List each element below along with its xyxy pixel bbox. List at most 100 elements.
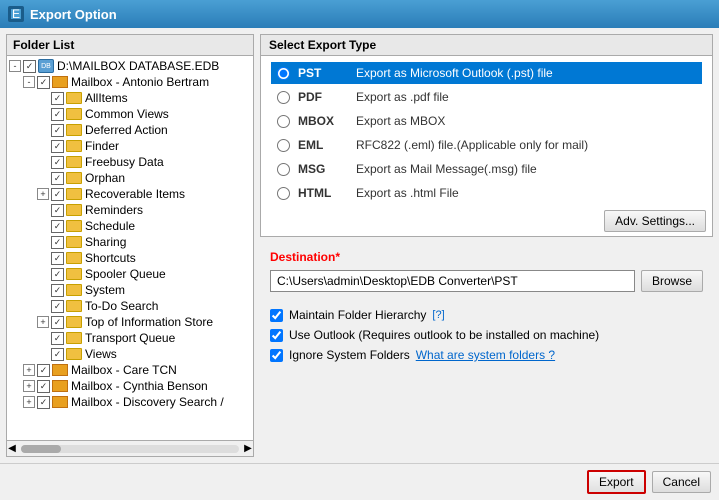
tree-item-sharing[interactable]: Sharing	[9, 234, 251, 250]
checkbox-db[interactable]	[23, 60, 36, 73]
checkbox-system[interactable]	[51, 284, 64, 297]
expand-btn-cynthia[interactable]: +	[23, 380, 35, 392]
tree-item-schedule[interactable]: Schedule	[9, 218, 251, 234]
export-option-mbox[interactable]: MBOX Export as MBOX	[271, 110, 702, 132]
export-button[interactable]: Export	[587, 470, 646, 494]
tree-item-cynthia[interactable]: + Mailbox - Cynthia Benson	[9, 378, 251, 394]
export-type-label-pdf: PDF	[298, 90, 348, 104]
tree-item-reminders[interactable]: Reminders	[9, 202, 251, 218]
tree-item-todo[interactable]: To-Do Search	[9, 298, 251, 314]
tree-item-spooler[interactable]: Spooler Queue	[9, 266, 251, 282]
tree-item-antonio[interactable]: - Mailbox - Antonio Bertram	[9, 74, 251, 90]
checkbox-allitems[interactable]	[51, 92, 64, 105]
cancel-button[interactable]: Cancel	[652, 471, 711, 493]
adv-settings-button[interactable]: Adv. Settings...	[604, 210, 706, 232]
item-label-reminders: Reminders	[85, 203, 143, 217]
tree-item-system[interactable]: System	[9, 282, 251, 298]
tree-item-transport[interactable]: Transport Queue	[9, 330, 251, 346]
folder-tree[interactable]: -DBD:\MAILBOX DATABASE.EDB-Mailbox - Ant…	[7, 56, 253, 440]
checkbox-spooler[interactable]	[51, 268, 64, 281]
item-label-db: D:\MAILBOX DATABASE.EDB	[57, 59, 219, 73]
item-label-cynthia: Mailbox - Cynthia Benson	[71, 379, 208, 393]
checkbox-sharing[interactable]	[51, 236, 64, 249]
tree-item-topinfo[interactable]: +Top of Information Store	[9, 314, 251, 330]
mailbox-icon	[52, 380, 68, 392]
export-type-label-mbox: MBOX	[298, 114, 348, 128]
checkbox-recoverable[interactable]	[51, 188, 64, 201]
tree-item-freebusy[interactable]: Freebusy Data	[9, 154, 251, 170]
radio-pdf[interactable]	[277, 91, 290, 104]
tree-item-recoverable[interactable]: +Recoverable Items	[9, 186, 251, 202]
tree-item-orphan[interactable]: Orphan	[9, 170, 251, 186]
radio-msg[interactable]	[277, 163, 290, 176]
checkbox-cynthia[interactable]	[37, 380, 50, 393]
tree-item-caretcn[interactable]: +Mailbox - Care TCN	[9, 362, 251, 378]
content-area: Folder List -DBD:\MAILBOX DATABASE.EDB-M…	[0, 28, 719, 463]
item-label-shortcuts: Shortcuts	[85, 251, 136, 265]
export-desc-eml: RFC822 (.eml) file.(Applicable only for …	[356, 138, 588, 152]
export-option-pdf[interactable]: PDF Export as .pdf file	[271, 86, 702, 108]
checkbox-reminders[interactable]	[51, 204, 64, 217]
checkbox-orphan[interactable]	[51, 172, 64, 185]
radio-mbox[interactable]	[277, 115, 290, 128]
checkbox-deferred[interactable]	[51, 124, 64, 137]
export-desc-msg: Export as Mail Message(.msg) file	[356, 162, 537, 176]
destination-input[interactable]	[270, 270, 635, 292]
checkbox-finder[interactable]	[51, 140, 64, 153]
expand-btn-recoverable[interactable]: +	[37, 188, 49, 200]
checkbox-caretcn[interactable]	[37, 364, 50, 377]
folder-icon	[66, 316, 82, 328]
checkbox-schedule[interactable]	[51, 220, 64, 233]
expand-btn-topinfo[interactable]: +	[37, 316, 49, 328]
checkbox-ignore[interactable]	[270, 349, 283, 362]
item-label-antonio: Mailbox - Antonio Bertram	[71, 75, 209, 89]
checkbox-todo[interactable]	[51, 300, 64, 313]
item-label-commonviews: Common Views	[85, 107, 169, 121]
help-link-ignore[interactable]: What are system folders ?	[416, 348, 555, 362]
radio-pst[interactable]	[277, 67, 290, 80]
tree-item-shortcuts[interactable]: Shortcuts	[9, 250, 251, 266]
checkbox-transport[interactable]	[51, 332, 64, 345]
item-label-allitems: AllItems	[85, 91, 128, 105]
export-option-pst[interactable]: PST Export as Microsoft Outlook (.pst) f…	[271, 62, 702, 84]
folder-icon	[66, 284, 82, 296]
export-desc-pdf: Export as .pdf file	[356, 90, 449, 104]
radio-eml[interactable]	[277, 139, 290, 152]
tree-item-commonviews[interactable]: Common Views	[9, 106, 251, 122]
export-option-eml[interactable]: EML RFC822 (.eml) file.(Applicable only …	[271, 134, 702, 156]
checkbox-topinfo[interactable]	[51, 316, 64, 329]
checkbox-shortcuts[interactable]	[51, 252, 64, 265]
expand-btn-discovery[interactable]: +	[23, 396, 35, 408]
mailbox-icon	[52, 364, 68, 376]
tree-item-views[interactable]: Views	[9, 346, 251, 362]
tree-item-discovery[interactable]: +Mailbox - Discovery Search /	[9, 394, 251, 410]
app-icon: E	[8, 6, 24, 22]
checkbox-discovery[interactable]	[37, 396, 50, 409]
checkbox-maintain[interactable]	[270, 309, 283, 322]
horizontal-scrollbar[interactable]: ◀ ▶	[7, 440, 253, 456]
folder-icon	[66, 236, 82, 248]
expand-btn-caretcn[interactable]: +	[23, 364, 35, 376]
tree-item-db[interactable]: -DBD:\MAILBOX DATABASE.EDB	[9, 58, 251, 74]
export-type-label-msg: MSG	[298, 162, 348, 176]
tree-item-allitems[interactable]: AllItems	[9, 90, 251, 106]
tree-item-deferred[interactable]: Deferred Action	[9, 122, 251, 138]
export-option-html[interactable]: HTML Export as .html File	[271, 182, 702, 204]
browse-button[interactable]: Browse	[641, 270, 703, 292]
option-row-ignore: Ignore System Folders What are system fo…	[270, 348, 703, 362]
export-option-msg[interactable]: MSG Export as Mail Message(.msg) file	[271, 158, 702, 180]
folder-icon	[66, 188, 82, 200]
checkbox-views[interactable]	[51, 348, 64, 361]
radio-html[interactable]	[277, 187, 290, 200]
checkbox-commonviews[interactable]	[51, 108, 64, 121]
tree-item-finder[interactable]: Finder	[9, 138, 251, 154]
export-desc-html: Export as .html File	[356, 186, 459, 200]
checkbox-antonio[interactable]	[37, 76, 50, 89]
checkbox-outlook[interactable]	[270, 329, 283, 342]
option-label-outlook: Use Outlook (Requires outlook to be inst…	[289, 328, 599, 342]
checkbox-freebusy[interactable]	[51, 156, 64, 169]
help-link-maintain[interactable]: [?]	[432, 309, 444, 321]
item-label-system: System	[85, 283, 125, 297]
expand-btn-db[interactable]: -	[9, 60, 21, 72]
expand-btn-antonio[interactable]: -	[23, 76, 35, 88]
